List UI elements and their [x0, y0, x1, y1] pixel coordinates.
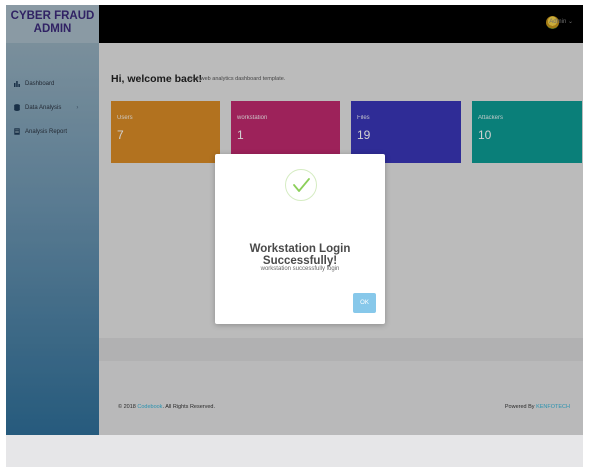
checkmark-icon: [293, 178, 310, 192]
ok-button[interactable]: OK: [353, 293, 376, 313]
app-window: CYBER FRAUD ADMIN Dashboard Data Analysi…: [6, 5, 583, 467]
dialog-message: workstation successfully login: [260, 266, 340, 272]
success-ring: [285, 169, 317, 201]
success-dialog: Workstation Login Successfully! workstat…: [215, 154, 385, 324]
bottom-strip: [6, 435, 583, 467]
dialog-title: Workstation Login Successfully!: [249, 243, 351, 267]
